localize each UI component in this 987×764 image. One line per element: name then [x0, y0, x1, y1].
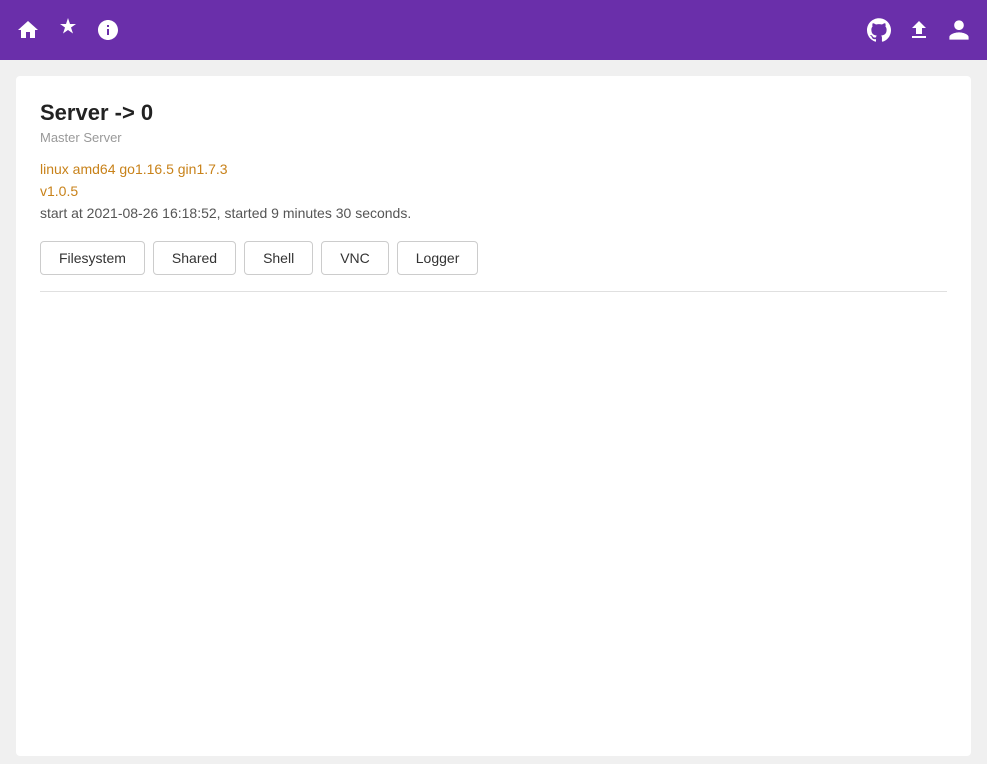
action-buttons: Filesystem Shared Shell VNC Logger — [40, 241, 947, 292]
github-icon[interactable] — [867, 18, 891, 42]
vnc-button[interactable]: VNC — [321, 241, 389, 275]
server-uptime: start at 2021-08-26 16:18:52, started 9 … — [40, 205, 947, 221]
account-icon[interactable] — [947, 18, 971, 42]
home-icon[interactable] — [16, 18, 40, 42]
info-icon[interactable] — [96, 18, 120, 42]
server-info-primary: linux amd64 go1.16.5 gin1.7.3 — [40, 161, 947, 177]
star-icon[interactable] — [56, 18, 80, 42]
nav-right — [867, 18, 971, 42]
shared-button[interactable]: Shared — [153, 241, 236, 275]
top-bar — [0, 0, 987, 60]
server-version: v1.0.5 — [40, 183, 947, 199]
filesystem-button[interactable]: Filesystem — [40, 241, 145, 275]
logger-button[interactable]: Logger — [397, 241, 479, 275]
server-subtitle: Master Server — [40, 130, 947, 145]
shell-button[interactable]: Shell — [244, 241, 313, 275]
nav-left — [16, 18, 120, 42]
upload-icon[interactable] — [907, 18, 931, 42]
main-content: Server -> 0 Master Server linux amd64 go… — [16, 76, 971, 756]
server-title: Server -> 0 — [40, 100, 947, 126]
